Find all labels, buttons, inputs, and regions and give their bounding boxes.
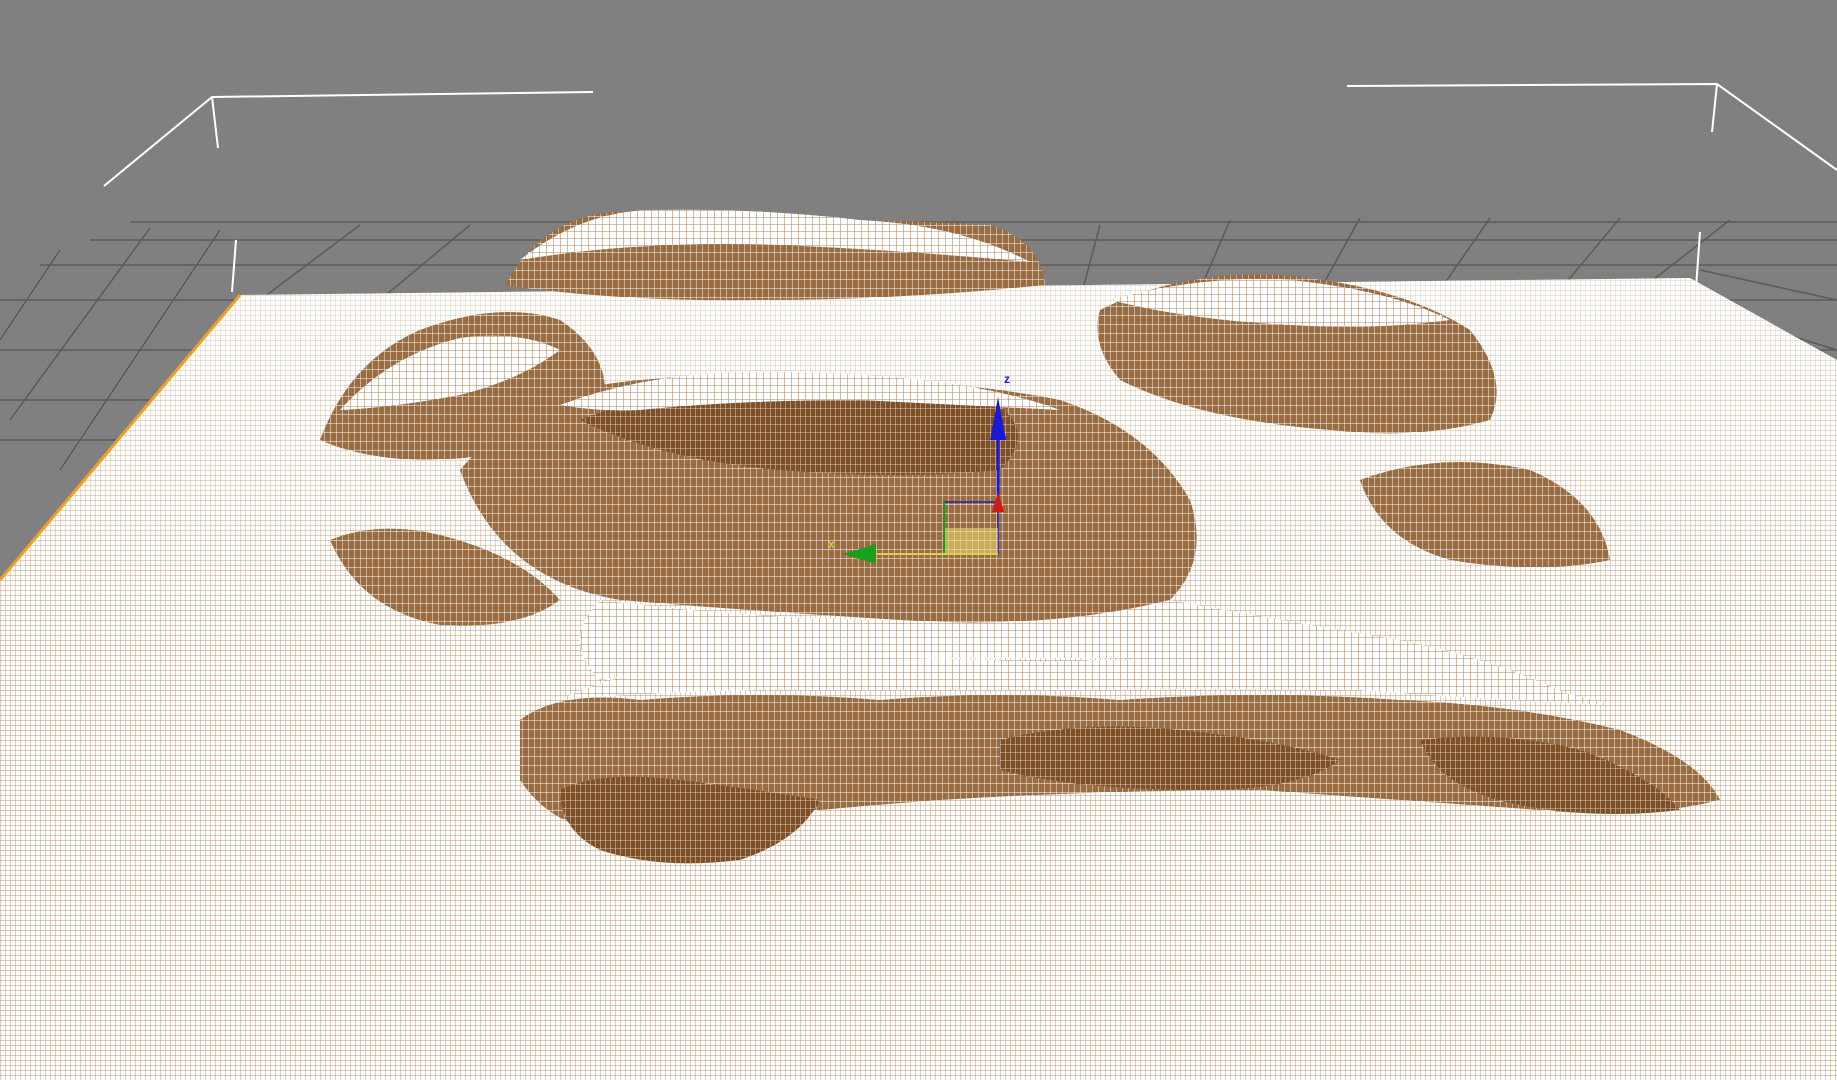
gizmo-pivot-point[interactable] [994, 501, 1002, 509]
gizmo-z-label: z [1004, 372, 1010, 386]
gizmo-xy-plane-handle[interactable] [944, 528, 998, 554]
gizmo-x-label: x [828, 537, 835, 551]
terrain-mesh[interactable] [0, 209, 1837, 1080]
perspective-viewport[interactable]: z x [0, 0, 1837, 1080]
viewport-scene[interactable]: z x [0, 0, 1837, 1080]
